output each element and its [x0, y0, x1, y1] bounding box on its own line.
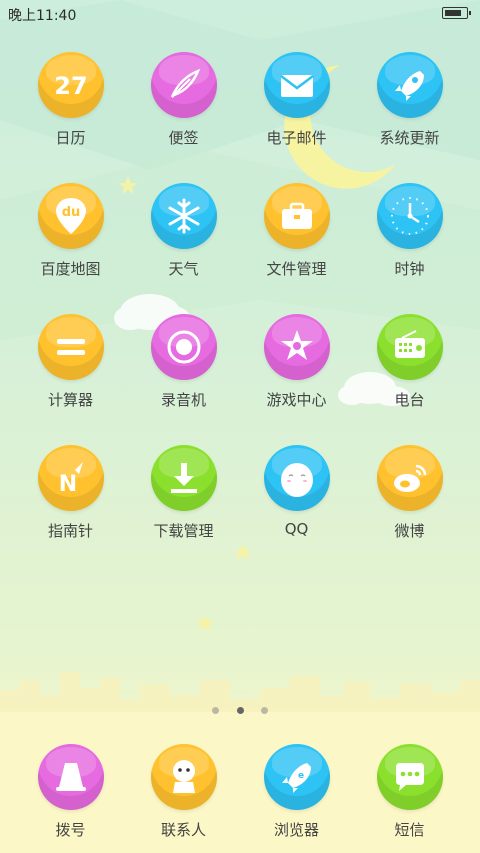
app-clock[interactable]: 时钟 — [353, 183, 466, 279]
app-label: 短信 — [394, 821, 425, 839]
app-label: 联系人 — [160, 821, 206, 839]
calendar-icon: 27 — [37, 52, 104, 118]
app-email[interactable]: 电子邮件 — [240, 52, 353, 148]
app-label: 下载管理 — [153, 522, 214, 540]
app-weibo[interactable]: 微博 — [353, 445, 466, 541]
dock-contacts[interactable]: 联系人 — [127, 744, 240, 840]
download-icon — [150, 445, 217, 511]
mail-icon — [263, 52, 330, 118]
app-system-update[interactable]: 系统更新 — [353, 52, 466, 148]
page-dot-active[interactable] — [236, 707, 244, 714]
app-calendar[interactable]: 27 日历 — [14, 52, 127, 148]
battery-icon — [442, 7, 471, 19]
phone-icon — [37, 744, 104, 810]
app-label: 时钟 — [394, 260, 425, 278]
contacts-icon — [150, 744, 217, 810]
app-label: 便签 — [168, 129, 199, 147]
status-bar: 晚上11:40 — [0, 0, 480, 26]
app-label: 游戏中心 — [266, 391, 327, 409]
record-icon — [150, 314, 217, 380]
app-label: 日历 — [55, 129, 86, 147]
app-recorder[interactable]: 录音机 — [127, 314, 240, 410]
app-label: 浏览器 — [273, 821, 319, 839]
svg-text:du: du — [61, 205, 80, 220]
svg-text:27: 27 — [54, 72, 87, 100]
app-label: 电台 — [394, 391, 425, 409]
status-time: 晚上11:40 — [8, 8, 77, 24]
feather-icon — [150, 52, 217, 118]
browser-icon: e — [263, 744, 330, 810]
app-qq[interactable]: QQ — [240, 445, 353, 538]
app-baidu-map[interactable]: du 百度地图 — [14, 183, 127, 279]
app-label: 计算器 — [47, 391, 93, 409]
app-notes[interactable]: 便签 — [127, 52, 240, 148]
dock-dialer[interactable]: 拨号 — [14, 744, 127, 840]
rocket-icon — [376, 52, 443, 118]
page-dot[interactable] — [212, 707, 220, 714]
app-radio[interactable]: 电台 — [353, 314, 466, 410]
app-file-manager[interactable]: 文件管理 — [240, 183, 353, 279]
svg-text:e: e — [297, 771, 303, 781]
dock: 拨号 联系人 e 浏览器 短信 — [0, 744, 480, 853]
dock-messages[interactable]: 短信 — [353, 744, 466, 840]
equals-icon — [37, 314, 104, 380]
qq-penguin-icon — [263, 445, 330, 511]
snowflake-icon — [150, 183, 217, 249]
app-download-manager[interactable]: 下载管理 — [127, 445, 240, 541]
svg-text:N: N — [58, 472, 76, 497]
app-compass[interactable]: N 指南针 — [14, 445, 127, 541]
battery-fill — [445, 10, 462, 16]
app-label: 系统更新 — [379, 129, 440, 147]
app-label: 微博 — [394, 522, 425, 540]
app-label: QQ — [284, 520, 309, 538]
app-weather[interactable]: 天气 — [127, 183, 240, 279]
map-pin-icon: du — [37, 183, 104, 249]
app-label: 指南针 — [47, 522, 93, 540]
briefcase-icon — [263, 183, 330, 249]
app-calculator[interactable]: 计算器 — [14, 314, 127, 410]
app-label: 录音机 — [160, 391, 206, 409]
page-dot[interactable] — [260, 707, 268, 714]
clock-icon — [376, 183, 443, 249]
app-game-center[interactable]: 游戏中心 — [240, 314, 353, 410]
app-label: 电子邮件 — [266, 129, 327, 147]
star-badge-icon — [263, 314, 330, 380]
app-label: 天气 — [168, 260, 199, 278]
page-indicator[interactable] — [0, 699, 480, 718]
weibo-icon — [376, 445, 443, 511]
app-label: 文件管理 — [266, 260, 327, 278]
dock-browser[interactable]: e 浏览器 — [240, 744, 353, 840]
compass-icon: N — [37, 445, 104, 511]
app-label: 拨号 — [55, 821, 86, 839]
message-icon — [376, 744, 443, 810]
app-label: 百度地图 — [40, 260, 101, 278]
radio-icon — [376, 314, 443, 380]
